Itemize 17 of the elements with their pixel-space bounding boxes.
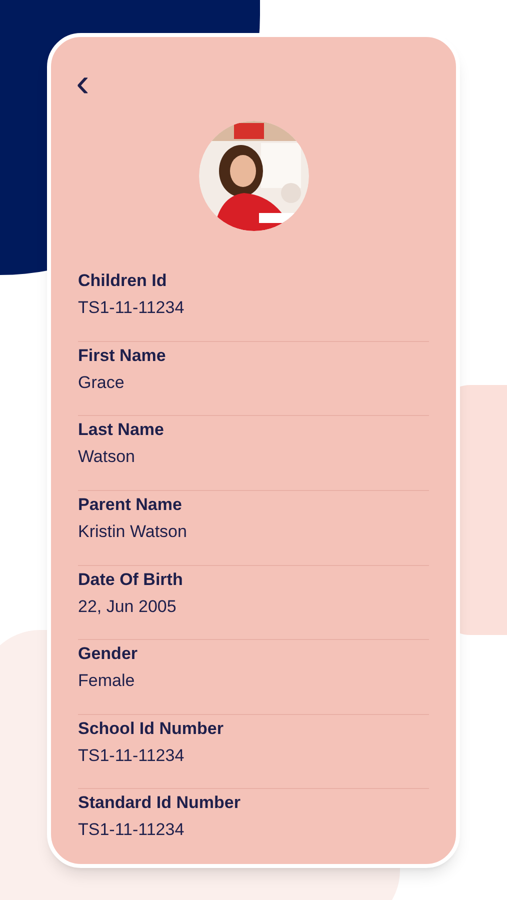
field-value: Kristin Watson bbox=[78, 520, 188, 543]
field-value: TS1-11-11234 bbox=[78, 297, 186, 319]
back-button[interactable]: ‹ bbox=[76, 63, 90, 103]
field-label: Standard Id Number bbox=[78, 792, 242, 814]
field-value: Female bbox=[78, 670, 136, 692]
field-value: 22, Jun 2005 bbox=[78, 596, 178, 618]
field-label: Parent Name bbox=[78, 494, 183, 516]
field-label: Children Id bbox=[78, 270, 168, 292]
field-value: TS1-11-11234 bbox=[78, 819, 186, 842]
field-label: First Name bbox=[78, 344, 167, 367]
field-value: Watson bbox=[78, 446, 136, 468]
field-value: TS1-11-11234 bbox=[78, 744, 186, 767]
field-label: School Id Number bbox=[78, 718, 224, 740]
field-label: Last Name bbox=[78, 419, 165, 442]
field-label: Date Of Birth bbox=[78, 568, 184, 590]
field-label: Gender bbox=[78, 643, 139, 666]
field-value: Grace bbox=[78, 372, 126, 394]
